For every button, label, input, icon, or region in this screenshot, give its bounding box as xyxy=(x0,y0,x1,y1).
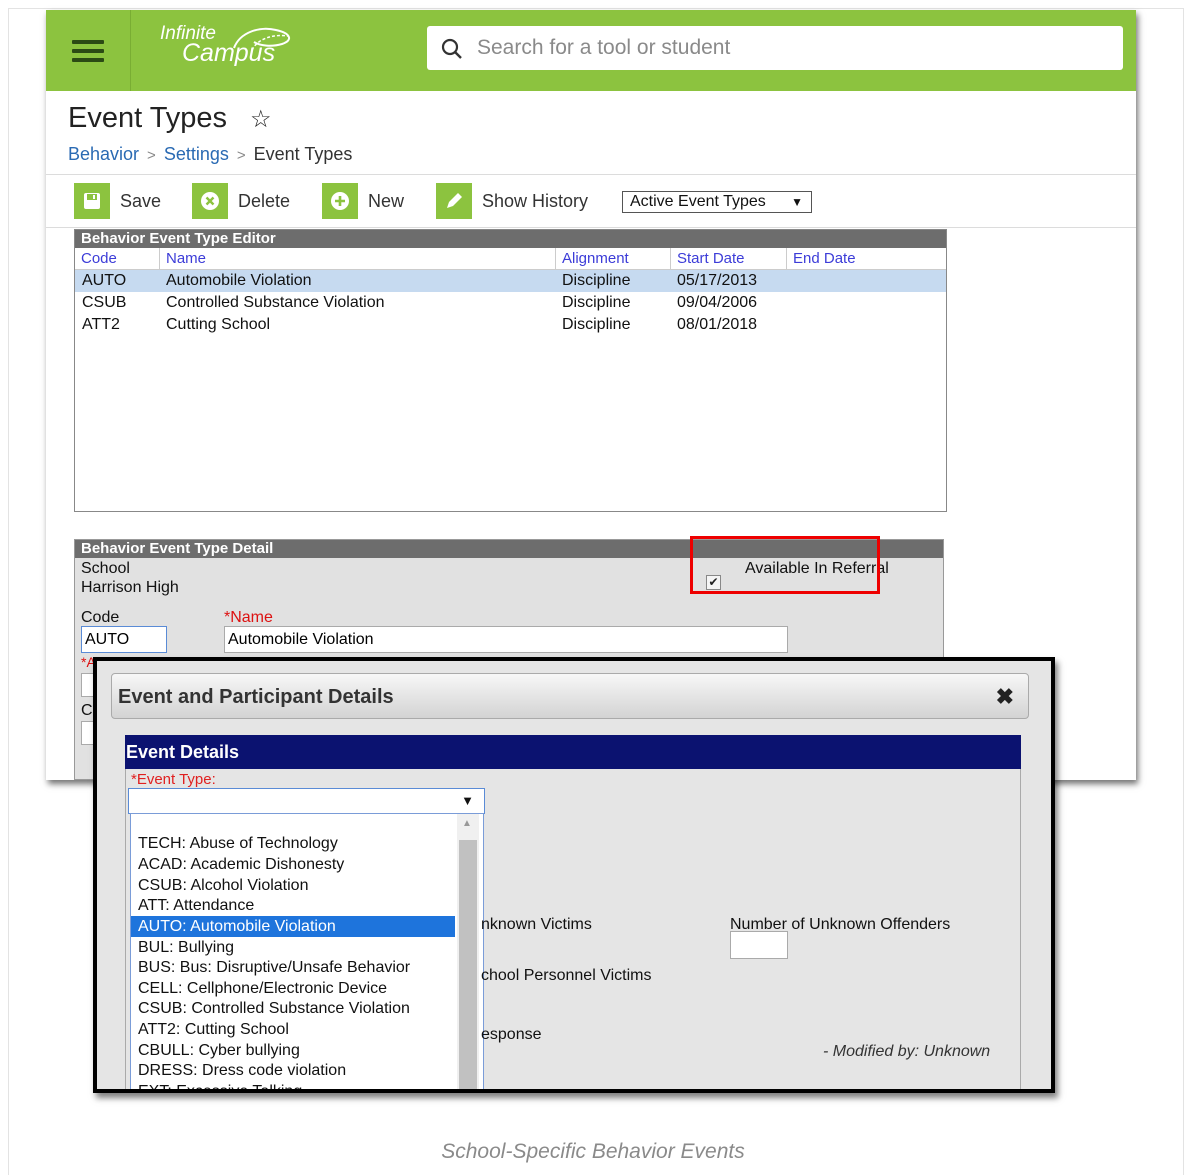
school-value: Harrison High xyxy=(81,579,179,596)
column-header-end-date[interactable]: End Date xyxy=(786,248,946,270)
list-item-selected[interactable]: AUTO: Automobile Violation xyxy=(131,916,455,937)
scrollbar-thumb[interactable] xyxy=(459,840,477,1089)
search-icon xyxy=(441,38,462,59)
list-item[interactable]: EXT: Excessive Talking xyxy=(131,1081,455,1089)
scroll-up-icon[interactable]: ▲ xyxy=(462,818,472,829)
unknown-victims-label: nknown Victims xyxy=(481,916,592,933)
list-item[interactable]: BUL: Bullying xyxy=(131,937,455,958)
school-personnel-victims-label: chool Personnel Victims xyxy=(481,967,652,984)
dialog-title-bar: Event and Participant Details ✖ xyxy=(111,673,1029,719)
column-header-start-date[interactable]: Start Date xyxy=(670,248,786,270)
available-in-referral-checkbox[interactable]: ✔ xyxy=(706,575,721,590)
pencil-icon xyxy=(436,183,472,219)
dropdown-arrow-icon: ▼ xyxy=(461,793,474,808)
list-item[interactable]: CBULL: Cyber bullying xyxy=(131,1040,455,1061)
search-box[interactable] xyxy=(427,26,1123,70)
favorite-star-icon[interactable]: ☆ xyxy=(250,105,272,134)
event-participant-details-dialog: Event and Participant Details ✖ Event De… xyxy=(93,657,1055,1093)
event-type-options-list: TECH: Abuse of Technology ACAD: Academic… xyxy=(130,813,484,1089)
show-history-button[interactable]: Show History xyxy=(436,183,588,219)
list-item[interactable]: BUS: Bus: Disruptive/Unsafe Behavior xyxy=(131,957,455,978)
list-item[interactable]: DRESS: Dress code violation xyxy=(131,1060,455,1081)
event-type-label: *Event Type: xyxy=(131,771,216,788)
list-scrollbar[interactable]: ▲ xyxy=(457,814,479,1089)
breadcrumb-behavior[interactable]: Behavior xyxy=(68,144,139,164)
list-item[interactable]: ACAD: Academic Dishonesty xyxy=(131,854,455,875)
name-field[interactable] xyxy=(224,626,788,653)
save-icon xyxy=(74,183,110,219)
event-details-header: Event Details xyxy=(125,735,1021,769)
column-header-code[interactable]: Code xyxy=(75,248,159,270)
list-item[interactable]: CELL: Cellphone/Electronic Device xyxy=(131,978,455,999)
list-item[interactable]: CSUB: Alcohol Violation xyxy=(131,875,455,896)
list-item[interactable]: TECH: Abuse of Technology xyxy=(131,833,455,854)
top-bar: Infinite Campus xyxy=(46,10,1136,91)
unknown-offenders-input[interactable] xyxy=(730,931,788,959)
infinite-campus-logo[interactable]: Infinite Campus xyxy=(160,24,291,66)
logo-swoosh-icon xyxy=(233,27,291,51)
table-row[interactable]: AUTO Automobile Violation Discipline 05/… xyxy=(75,270,946,292)
chevron-right-icon: > xyxy=(147,147,156,164)
grid-header: Code Name Alignment Start Date End Date xyxy=(75,248,946,270)
dialog-title: Event and Participant Details xyxy=(118,686,394,708)
name-label: *Name xyxy=(224,609,273,626)
menu-icon[interactable] xyxy=(46,10,131,91)
dropdown-arrow-icon: ▼ xyxy=(791,195,803,209)
response-label: esponse xyxy=(481,1026,542,1043)
close-icon[interactable]: ✖ xyxy=(996,684,1014,710)
list-item[interactable]: ATT: Attendance xyxy=(131,895,455,916)
add-icon xyxy=(322,183,358,219)
chevron-right-icon: > xyxy=(236,147,246,164)
code-label: Code xyxy=(81,609,120,626)
event-type-editor-panel: Behavior Event Type Editor Code Name Ali… xyxy=(74,229,947,512)
list-item[interactable]: CSUB: Controlled Substance Violation xyxy=(131,998,455,1019)
editor-panel-title: Behavior Event Type Editor xyxy=(75,230,946,248)
list-item[interactable]: ATT2: Cutting School xyxy=(131,1019,455,1040)
breadcrumb-current: Event Types xyxy=(253,144,353,164)
breadcrumb: Behavior > Settings > Event Types xyxy=(68,144,352,165)
table-row[interactable]: CSUB Controlled Substance Violation Disc… xyxy=(75,292,946,314)
search-input[interactable] xyxy=(475,26,1095,70)
code-field[interactable] xyxy=(81,626,167,653)
table-row[interactable]: ATT2 Cutting School Discipline 08/01/201… xyxy=(75,314,946,336)
delete-button[interactable]: Delete xyxy=(192,183,290,219)
image-caption: School-Specific Behavior Events xyxy=(441,1140,745,1163)
save-button[interactable]: Save xyxy=(74,183,161,219)
page-title: Event Types xyxy=(68,102,228,134)
delete-icon xyxy=(192,183,228,219)
column-header-alignment[interactable]: Alignment xyxy=(555,248,670,270)
event-type-select[interactable]: ▼ xyxy=(128,788,485,814)
divider xyxy=(46,227,1136,228)
divider xyxy=(46,174,1136,175)
column-header-name[interactable]: Name xyxy=(159,248,555,270)
school-label: School xyxy=(81,560,130,577)
modified-by-text: - Modified by: Unknown xyxy=(823,1043,991,1060)
new-button[interactable]: New xyxy=(322,183,404,219)
breadcrumb-settings[interactable]: Settings xyxy=(164,144,229,164)
partial-label: C xyxy=(81,702,93,719)
event-type-filter-select[interactable]: Active Event Types ▼ xyxy=(622,191,812,213)
